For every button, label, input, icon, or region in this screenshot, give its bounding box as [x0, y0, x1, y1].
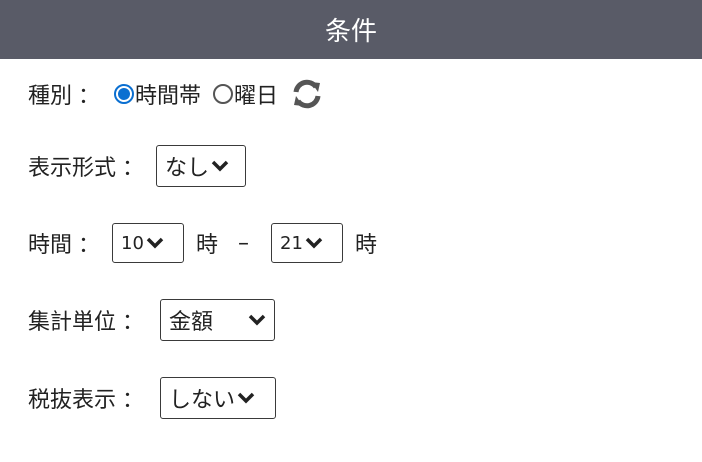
display-format-colon: ： [122, 156, 145, 181]
tax-label: 税抜表示 [28, 388, 117, 413]
radio-time-slot-label[interactable]: 時間帯 [135, 78, 201, 110]
start-hour-value: 10 [121, 232, 144, 254]
display-format-value: なし [165, 156, 210, 181]
radio-time-slot[interactable] [114, 84, 135, 104]
time-label: 時間 [28, 233, 73, 258]
end-hour-value: 21 [280, 232, 303, 254]
tax-colon: ： [122, 388, 145, 413]
type-label: 種別 [28, 84, 73, 109]
chevron-down-icon [248, 314, 266, 326]
type-colon: ： [78, 84, 101, 109]
tax-value: しない [169, 388, 236, 413]
type-row: 種別 ： 時間帯 曜日 [28, 74, 324, 114]
aggregation-colon: ： [122, 310, 145, 335]
aggregation-select[interactable]: 金額 [160, 299, 276, 341]
radio-weekday-label[interactable]: 曜日 [234, 78, 278, 110]
display-format-label: 表示形式 [28, 156, 117, 181]
end-hour-select[interactable]: 21 [271, 223, 344, 263]
time-separator: – [238, 230, 250, 256]
chevron-down-icon [211, 160, 229, 172]
display-format-select[interactable]: なし [156, 145, 247, 187]
chevron-down-icon [305, 237, 323, 249]
end-hour-unit: 時 [355, 233, 378, 258]
chevron-down-icon [146, 237, 164, 249]
start-hour-select[interactable]: 10 [112, 223, 185, 263]
start-hour-unit: 時 [196, 233, 219, 258]
tax-select[interactable]: しない [160, 377, 277, 419]
display-format-row: 表示形式 ： なし [28, 143, 247, 189]
conditions-header: 条件 [0, 0, 702, 59]
aggregation-label: 集計単位 [28, 310, 117, 335]
time-colon: ： [78, 233, 101, 258]
aggregation-row: 集計単位 ： 金額 [28, 298, 276, 342]
chevron-down-icon [237, 392, 255, 404]
tax-row: 税抜表示 ： しない [28, 376, 277, 420]
time-row: 時間 ： 10 時 – 21 時 [28, 221, 377, 265]
radio-weekday[interactable] [213, 84, 234, 104]
refresh-icon[interactable] [290, 78, 324, 110]
header-title: 条件 [324, 17, 377, 47]
aggregation-value: 金額 [169, 310, 214, 335]
